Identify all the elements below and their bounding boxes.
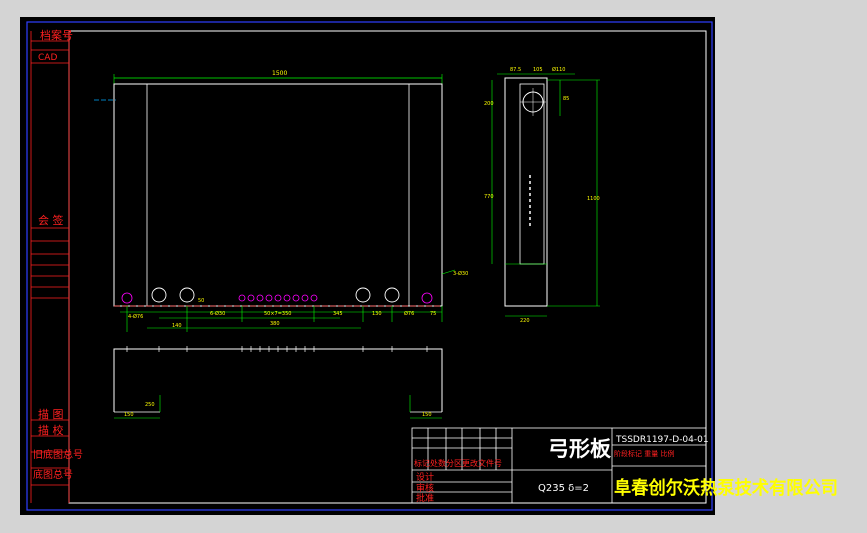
dim-bottom-height: 250 [145, 402, 155, 408]
dim-140: 140 [172, 323, 182, 329]
front-view: 1500 4-Ø76 6-Ø30 3-Ø30 50×7=350 140 380 … [94, 70, 468, 332]
cad-drawing: 档案号 CAD 会 签 描 图 描 校 旧底图总号 底图总号 1500 4-Ø7… [26, 21, 838, 511]
row-label-4: 批准 [416, 492, 434, 504]
dim-overall-width: 1500 [272, 70, 287, 77]
dim-top-d110: Ø110 [552, 66, 565, 73]
dim-130: 130 [372, 311, 382, 317]
dim-left-770: 770 [484, 194, 494, 200]
part-name: 弓形板 [548, 437, 612, 461]
label-check: 描 校 [38, 423, 64, 437]
dim-right-1100: 1100 [587, 196, 600, 202]
dim-bottom-left: 150 [124, 412, 134, 418]
bottom-view: 150 150 250 [113, 346, 443, 419]
dim-75: 75 [430, 311, 436, 317]
dim-345: 345 [333, 311, 343, 317]
dim-top-105: 105 [533, 67, 543, 73]
stage-label: 阶段标记 重量 比例 [614, 449, 674, 458]
label-base-total: 底图总号 [33, 468, 73, 481]
note-hole-mid: 6-Ø30 [210, 310, 225, 317]
label-old-base: 旧底图总号 [33, 448, 83, 461]
row-label-2: 设计 [416, 471, 434, 483]
dim-right-85: 85 [563, 96, 569, 102]
dim-50: 50 [198, 298, 204, 304]
label-cad: CAD [38, 53, 57, 63]
label-doc-no: 档案号 [40, 28, 73, 42]
dim-left-200: 200 [484, 101, 494, 107]
side-view: 87.5 105 Ø110 200 770 1100 85 220 [484, 66, 600, 324]
drawing-number: TSSDR1197-D-04-01 [615, 435, 709, 445]
dim-bottom-220: 220 [520, 318, 530, 324]
dim-bottom-right: 150 [422, 412, 432, 418]
sheet-frame [68, 30, 707, 504]
row-label-1: 标记处数分区更改文件号 [414, 458, 502, 468]
dim-pitch: 50×7=350 [264, 311, 291, 317]
dim-380: 380 [270, 321, 280, 327]
label-draw: 描 图 [38, 407, 64, 421]
note-hole-right: 3-Ø30 [453, 270, 468, 277]
dim-d76: Ø76 [404, 310, 414, 317]
note-hole-left: 4-Ø76 [128, 313, 143, 320]
dim-top-87: 87.5 [510, 67, 521, 73]
row-label-3: 审核 [416, 482, 434, 494]
material: Q235 δ=2 [538, 483, 589, 494]
company-name: 阜春创尔沃热泵技术有限公司 [614, 477, 838, 499]
label-sign: 会 签 [38, 213, 64, 227]
